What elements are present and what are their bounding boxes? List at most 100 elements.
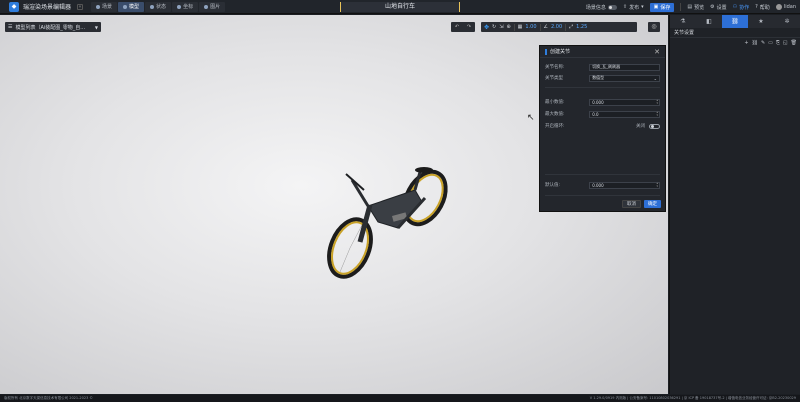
coordinate-icon [177, 4, 182, 9]
confirm-button[interactable]: 确定 [644, 200, 661, 208]
focus-button[interactable]: ◎ [648, 22, 660, 32]
preview-button[interactable]: ▤ 预览 [687, 4, 704, 11]
rotate-icon[interactable]: ↻ [492, 24, 496, 30]
default-value-stepper[interactable]: 0.000 [589, 181, 660, 189]
default-value-row: 默认值: 0.000 [545, 181, 660, 189]
undo-icon[interactable]: ↶ [455, 24, 459, 30]
dialog-header: 创建关节 ✕ [540, 46, 665, 58]
help-label: 帮助 [759, 4, 770, 11]
copy-icon[interactable]: ⎘ [776, 40, 780, 46]
dialog-footer: 取消 确定 [622, 200, 661, 208]
loop-toggle[interactable] [649, 123, 660, 129]
top-right-toolbar: 场景信息 ⇪ 发布 ▾ ▣ 保存 ▤ 预览 ⚙ 设置 ⚇ 协作 ? 帮助 lidan [586, 0, 800, 14]
loop-state-text: 关闭 [636, 124, 645, 129]
undo-redo-group: ↶ ↷ [451, 22, 475, 32]
divider [545, 174, 660, 175]
user-menu[interactable]: lidan [775, 4, 796, 10]
settings-button[interactable]: ⚙ 设置 [710, 4, 727, 11]
tab-state[interactable]: 状态 [145, 1, 172, 12]
gear-icon: ⚙ [710, 4, 715, 10]
snap-scale-value[interactable]: 1.25 [576, 24, 587, 30]
tab-effects[interactable]: ✲ [774, 15, 800, 28]
tab-scene[interactable]: 场景 [91, 1, 118, 12]
joint-type-select[interactable]: 数值型 ⌄ [589, 74, 660, 82]
divider [513, 23, 515, 31]
add-icon[interactable]: + [744, 40, 748, 46]
panel-toolbar: + ⛓ ✎ ▭ ⎘ ◱ 🗑 [670, 38, 800, 48]
joint-name-row: 关节名称: 切换_瓦_刷刷器 [545, 63, 660, 71]
tab-image[interactable]: 图片 [199, 1, 226, 12]
max-value-stepper[interactable]: 0.0 [589, 110, 660, 118]
share-icon: ⚇ [732, 4, 738, 10]
app-logo-icon: ◆ [9, 1, 19, 12]
tab-joints[interactable]: ⛓ [722, 15, 748, 28]
default-value-label: 默认值: [545, 183, 561, 188]
share-label: 协作 [739, 4, 750, 11]
loop-label: 开启循环: [545, 124, 565, 129]
collapse-icon[interactable]: « [77, 3, 84, 10]
tab-label: 状态 [156, 4, 167, 10]
tab-label: 场景 [102, 4, 113, 10]
joint-name-input[interactable]: 切换_瓦_刷刷器 [589, 63, 660, 71]
preview-icon: ▤ [687, 4, 693, 10]
chevron-down-icon: ▾ [641, 4, 644, 10]
title-marker [545, 48, 547, 55]
help-button[interactable]: ? 帮助 [755, 4, 770, 11]
export-icon[interactable]: ◱ [783, 40, 788, 46]
cancel-button[interactable]: 取消 [622, 200, 641, 208]
model-list-dropdown[interactable]: ☰ 模型列表（Ai装配图_零物_自... ▼ [5, 22, 101, 32]
joint-type-label: 关节类型 [545, 76, 563, 81]
model-list-label: 模型列表（Ai装配图_零物_自... [15, 24, 86, 31]
max-value-label: 最大数值: [545, 112, 565, 117]
edit-icon[interactable]: ✎ [761, 40, 765, 46]
link-icon[interactable]: ⛓ [752, 40, 758, 46]
tab-favorites[interactable]: ★ [748, 15, 774, 28]
bike-front-wheel [327, 217, 373, 279]
tab-model[interactable]: 模型 [118, 1, 145, 12]
transform-toolbar: ✥ ↻ ⇲ ⊕ ▦ 1.00 ∠ 2.00 ⤢ 1.25 [481, 22, 637, 32]
toggle-switch[interactable] [607, 4, 617, 10]
tab-label: 图片 [210, 4, 221, 10]
publish-icon: ⇪ [622, 4, 628, 10]
grid-icon[interactable]: ▦ [518, 24, 523, 30]
min-value-stepper[interactable]: 0.000 [589, 98, 660, 106]
transform-mode-icon[interactable]: ⊕ [506, 24, 510, 30]
tab-appearance[interactable]: ◧ [696, 15, 722, 28]
redo-icon[interactable]: ↷ [467, 24, 471, 30]
scale-icon[interactable]: ⇲ [499, 24, 503, 30]
frame-icon[interactable]: ▭ [768, 40, 773, 46]
save-button[interactable]: ▣ 保存 [649, 2, 675, 12]
min-value-label: 最小数值: [545, 100, 565, 105]
joint-type-value: 数值型 [592, 75, 605, 80]
tab-coordinates[interactable]: 坐标 [172, 1, 199, 12]
scene-icon [96, 4, 101, 9]
3d-viewport[interactable]: ☰ 模型列表（Ai装配图_零物_自... ▼ ↶ ↷ ✥ ↻ ⇲ ⊕ ▦ 1.0… [0, 15, 668, 394]
scene-title[interactable]: 山地自行车 [340, 2, 460, 12]
model-icon [123, 4, 128, 9]
scene-info-toggle[interactable]: 场景信息 [586, 4, 617, 11]
chevron-down-icon: ⌄ [653, 75, 657, 81]
divider [565, 23, 567, 31]
settings-label: 设置 [716, 4, 727, 11]
snap-angle-value[interactable]: 2.00 [551, 24, 562, 30]
dialog-title: 创建关节 [550, 49, 571, 55]
snap-move-value[interactable]: 1.00 [525, 24, 536, 30]
save-label: 保存 [660, 4, 671, 11]
scene-info-label: 场景信息 [585, 4, 606, 11]
move-icon[interactable]: ✥ [484, 24, 489, 31]
trash-icon[interactable]: 🗑 [791, 40, 797, 46]
top-bar: ◆ 瑞渲染场景编辑器 « 场景 模型 状态 坐标 图片 山地自行车 场景信息 ⇪… [0, 0, 800, 14]
joint-name-label: 关节名称: [545, 65, 565, 70]
bike-model[interactable] [320, 150, 470, 300]
resize-icon[interactable]: ⤢ [569, 24, 573, 30]
publish-button[interactable]: ⇪ 发布 ▾ [623, 4, 644, 11]
state-icon [150, 4, 155, 9]
tab-material[interactable]: ⚗ [670, 15, 696, 28]
tab-label: 坐标 [183, 4, 194, 10]
chevron-down-icon: ▼ [94, 24, 98, 30]
angle-icon[interactable]: ∠ [544, 24, 548, 30]
copyright-text: 版权所有 北京数字天梁信息技术有限公司 2021-2023 © [4, 396, 93, 400]
close-icon[interactable]: ✕ [654, 48, 660, 56]
share-button[interactable]: ⚇ 协作 [733, 4, 750, 11]
divider [545, 87, 660, 88]
